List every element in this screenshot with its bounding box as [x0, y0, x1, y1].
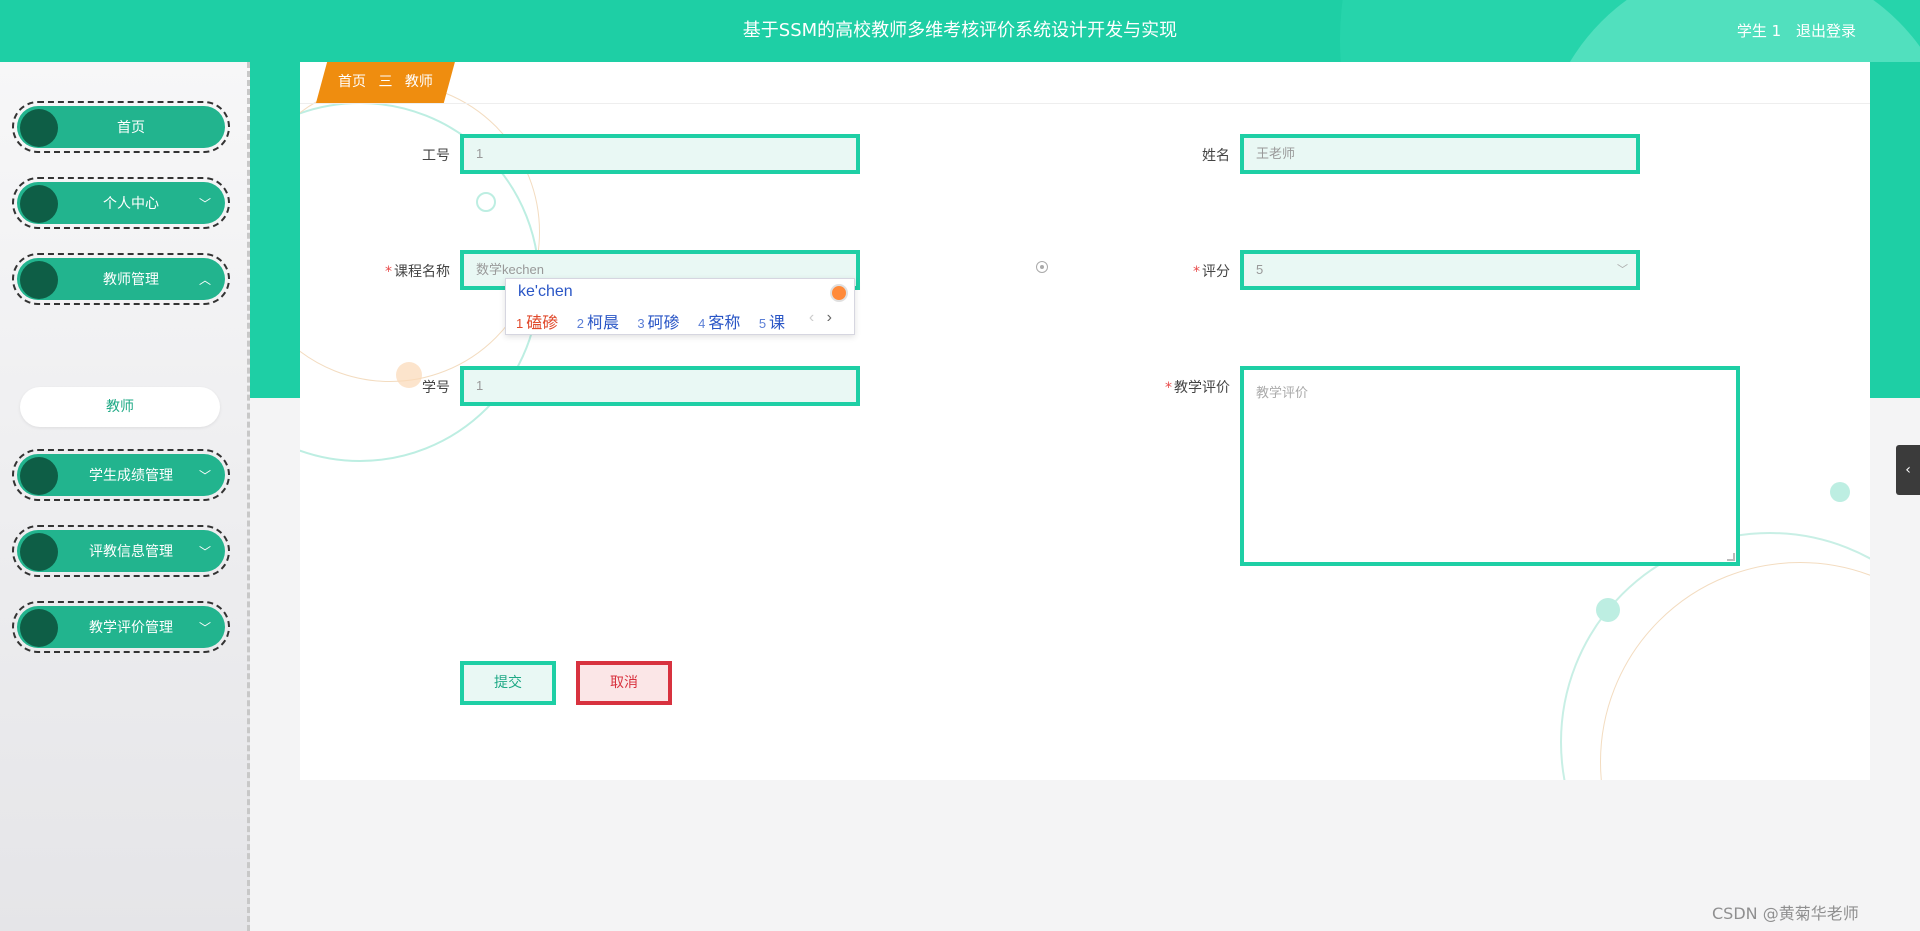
target-icon	[1036, 261, 1048, 273]
menu-dot-icon	[20, 185, 58, 223]
pingfen-label: * 评分	[1193, 264, 1230, 280]
chevron-down-icon: ﹀	[198, 197, 211, 211]
chevron-down-icon: ﹀	[198, 545, 211, 559]
menu-dot-icon	[20, 533, 58, 571]
ime-prev-icon[interactable]: ‹	[809, 309, 814, 326]
ime-candidate[interactable]: 5课	[759, 315, 785, 332]
watermark: CSDN @黄菊华老师	[1712, 904, 1859, 923]
gonghao-field[interactable]: 1	[460, 134, 860, 174]
sidebar-subitem-teacher[interactable]: 教师	[20, 387, 220, 427]
menu-dot-icon	[20, 261, 58, 299]
menu-dot-icon	[20, 109, 58, 147]
kecheng-label: * 课程名称	[385, 264, 450, 280]
resize-handle-icon[interactable]	[1727, 553, 1735, 561]
textarea-placeholder: 教学评价	[1256, 385, 1309, 400]
top-header: 基于SSM的高校教师多维考核评价系统设计开发与实现 学生 1 退出登录	[0, 0, 1920, 62]
cancel-button[interactable]: 取消	[576, 661, 672, 705]
ime-candidate[interactable]: 2 柯晨	[577, 315, 619, 332]
chevron-down-icon: ﹀	[1617, 264, 1628, 276]
user-label: 学生 1	[1736, 22, 1782, 40]
jiaoxuepingjia-textarea[interactable]: 教学评价	[1240, 366, 1740, 566]
breadcrumb-bar: 首页 三 教师	[300, 62, 1870, 104]
form-card: 首页 三 教师 工号 1 姓名 王老师 * 课程名称 数学kechen * 评分 5…	[300, 62, 1870, 780]
sidebar-item-label: 教学评价管理	[89, 620, 173, 636]
xuehao-label: 学号	[422, 380, 450, 396]
menu-dot-icon	[20, 609, 58, 647]
decor-dot	[1596, 598, 1620, 622]
sidebar-item-label: 个人中心	[103, 196, 159, 212]
sidebar-item-label: 评教信息管理	[89, 544, 173, 560]
ime-composition: ke'chen	[518, 283, 573, 300]
xingming-label: 姓名	[1202, 148, 1230, 164]
breadcrumb-home[interactable]: 首页	[338, 74, 366, 90]
app-title: 基于SSM的高校教师多维考核评价系统设计开发与实现	[742, 20, 1178, 41]
decor-dot	[1830, 482, 1850, 502]
sidebar-item-teacher-management[interactable]: 教师管理 ︿	[12, 253, 230, 305]
ime-candidate-popup: ke'chen 1 磕碜 2 柯晨 3 砢碜 4 客称 5课 ‹ ›	[505, 278, 855, 335]
ime-candidates: 1 磕碜 2 柯晨 3 砢碜 4 客称 5课	[516, 309, 799, 333]
chevron-down-icon: ﹀	[198, 469, 211, 483]
jiaoxuepingjia-label: * 教学评价	[1165, 380, 1230, 396]
sidebar-item-personal-center[interactable]: 个人中心 ﹀	[12, 177, 230, 229]
menu-dot-icon	[20, 457, 58, 495]
breadcrumb: 首页 三 教师	[316, 62, 455, 103]
sidebar-item-label: 教师管理	[103, 272, 159, 288]
sidebar-item-evaluation-info[interactable]: 评教信息管理 ﹀	[12, 525, 230, 577]
xingming-field[interactable]: 王老师	[1240, 134, 1640, 174]
sidebar-item-label: 首页	[117, 120, 145, 136]
ime-next-icon[interactable]: ›	[827, 309, 832, 326]
side-collapse-tab[interactable]: ‹	[1896, 445, 1920, 495]
breadcrumb-current: 教师	[404, 74, 433, 90]
user-area: 学生 1 退出登录	[1727, 0, 1856, 62]
chevron-up-icon: ︿	[198, 273, 211, 287]
sidebar-item-teaching-evaluation[interactable]: 教学评价管理 ﹀	[12, 601, 230, 653]
ime-candidate[interactable]: 3 砢碜	[637, 315, 679, 332]
submit-button[interactable]: 提交	[460, 661, 556, 705]
decor-dot	[476, 192, 496, 212]
chevron-left-icon: ‹	[1905, 462, 1911, 478]
logout-link[interactable]: 退出登录	[1796, 22, 1856, 40]
sidebar-item-student-grades[interactable]: 学生成绩管理 ﹀	[12, 449, 230, 501]
sidebar-item-label: 学生成绩管理	[89, 468, 173, 484]
ime-candidate[interactable]: 4 客称	[698, 315, 740, 332]
chevron-down-icon: ﹀	[198, 621, 211, 635]
pingfen-value: 5	[1256, 262, 1264, 277]
sidebar: 首页 个人中心 ﹀ 教师管理 ︿ 教师 学生成绩管理 ﹀ 评教信息管理 ﹀ 教学…	[0, 62, 250, 931]
ime-page-nav: ‹ ›	[809, 309, 832, 327]
gonghao-label: 工号	[422, 148, 450, 164]
breadcrumb-separator-icon: 三	[378, 74, 393, 90]
pingfen-select[interactable]: 5 ﹀	[1240, 250, 1640, 290]
ime-logo-icon[interactable]	[830, 284, 848, 302]
xuehao-field[interactable]: 1	[460, 366, 860, 406]
sidebar-item-home[interactable]: 首页	[12, 101, 230, 153]
ime-candidate[interactable]: 1 磕碜	[516, 315, 558, 332]
